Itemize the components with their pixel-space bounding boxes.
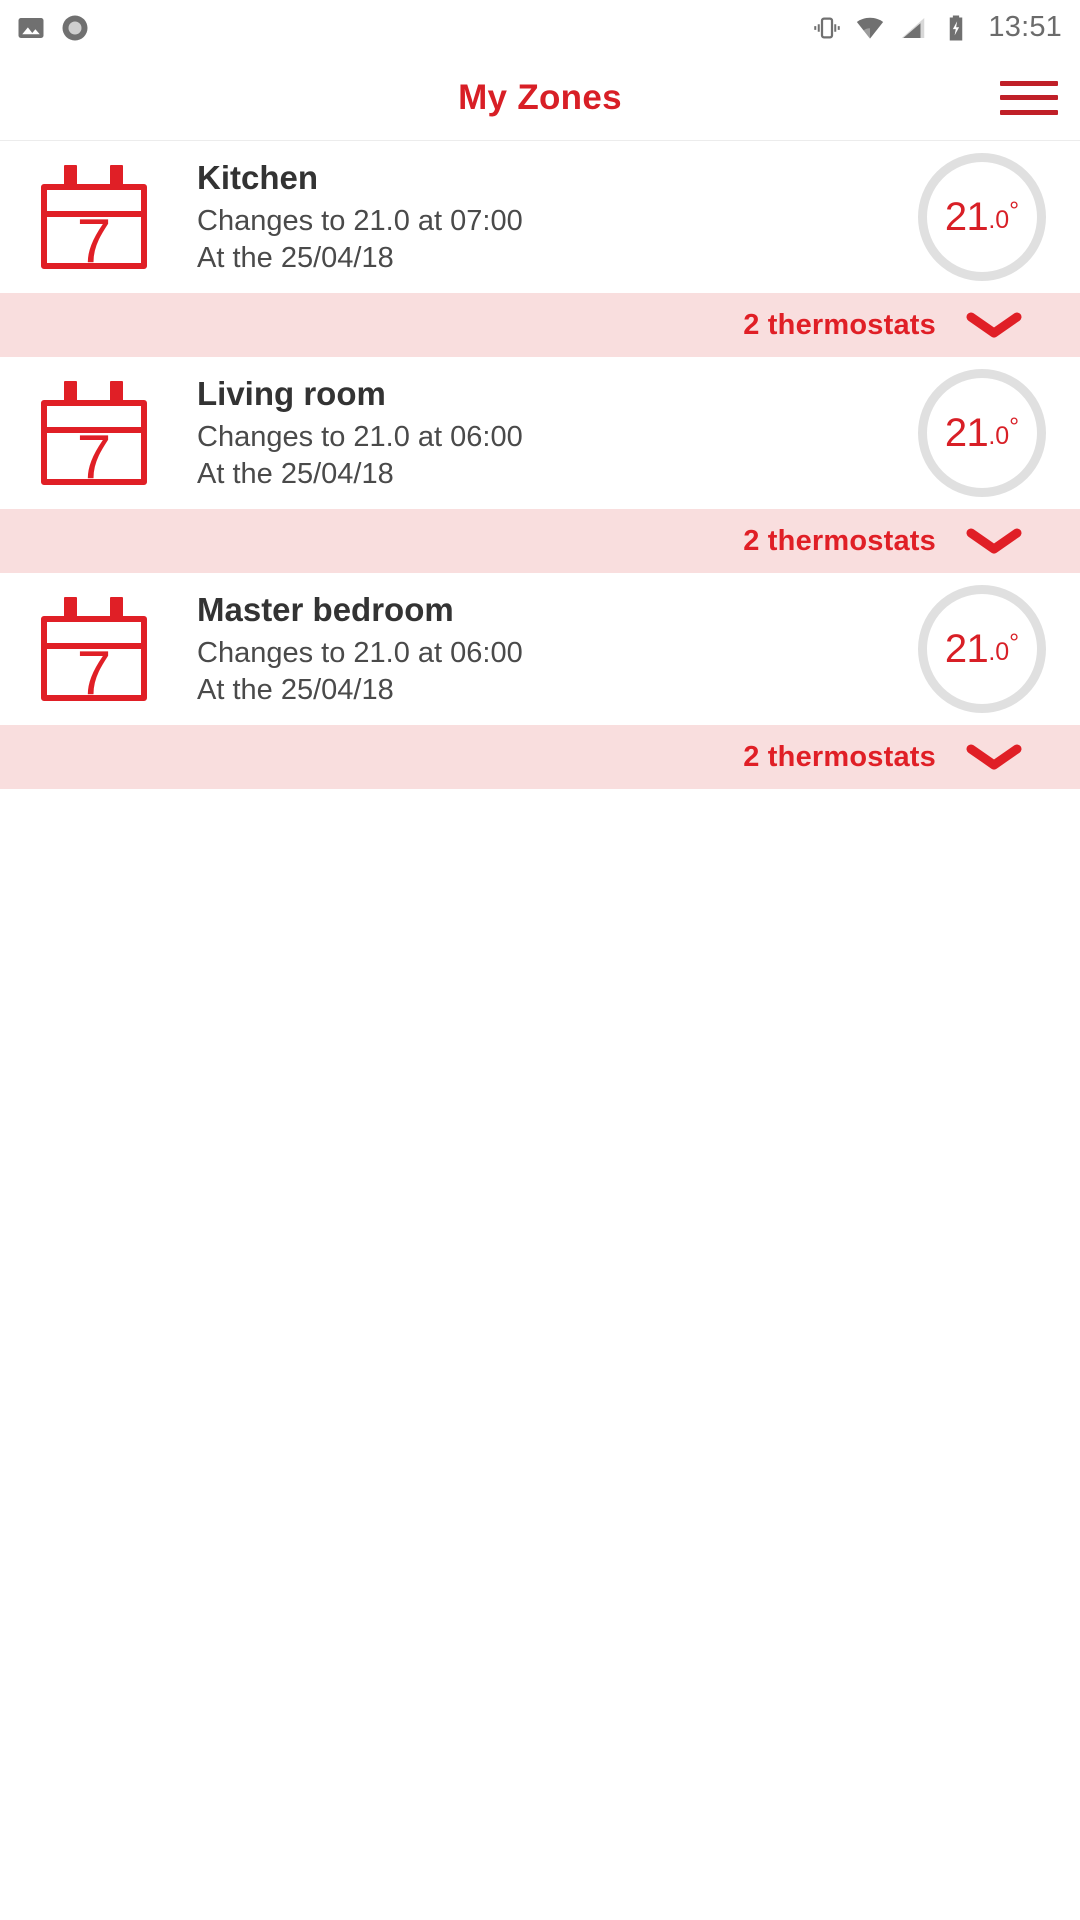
temperature-integer: 21 [944, 411, 989, 455]
hamburger-line-1 [1000, 80, 1058, 86]
temperature-integer: 21 [944, 627, 989, 671]
zone-schedule-line: Changes to 21.0 at 06:00 [197, 420, 523, 453]
zone-text-block: Kitchen Changes to 21.0 at 07:00 At the … [197, 158, 898, 277]
zone-date-line: At the 25/04/18 [197, 241, 394, 274]
zone-row[interactable]: 7 Kitchen Changes to 21.0 at 07:00 At th… [0, 141, 1080, 293]
thermostats-expand-bar[interactable]: 2 thermostats [0, 509, 1080, 573]
zone-schedule-line: Changes to 21.0 at 07:00 [197, 204, 523, 237]
zone-row[interactable]: 7 Living room Changes to 21.0 at 06:00 A… [0, 357, 1080, 509]
hamburger-line-3 [1000, 109, 1058, 115]
temperature-degree-symbol: ° [1009, 629, 1020, 657]
record-circle-icon [60, 13, 90, 43]
thermostats-count-label: 2 thermostats [743, 740, 936, 773]
hamburger-menu-icon[interactable] [1000, 77, 1058, 119]
temperature-decimal: .0 [988, 206, 1010, 234]
thermostats-count-label: 2 thermostats [743, 524, 936, 557]
zone-list: 7 Kitchen Changes to 21.0 at 07:00 At th… [0, 141, 1080, 789]
temperature-value: 21 .0 ° [945, 629, 1019, 669]
calendar-day-number: 7 [76, 639, 112, 708]
calendar-icon: 7 [38, 378, 151, 492]
zone-name: Master bedroom [197, 590, 454, 628]
temperature-value: 21 .0 ° [945, 197, 1019, 237]
wifi-icon [855, 13, 885, 43]
signal-icon [898, 13, 928, 43]
temperature-integer: 21 [944, 195, 989, 239]
zone-name: Living room [197, 374, 386, 412]
calendar-day-number: 7 [76, 423, 112, 492]
chevron-down-icon[interactable] [966, 524, 1022, 558]
zone-text-block: Living room Changes to 21.0 at 06:00 At … [197, 374, 898, 493]
status-bar-left-icons [16, 13, 90, 43]
battery-charging-icon [941, 13, 971, 43]
thermostats-expand-bar[interactable]: 2 thermostats [0, 293, 1080, 357]
thermostats-expand-bar[interactable]: 2 thermostats [0, 725, 1080, 789]
status-bar-right-icons: 13:51 [812, 11, 1062, 44]
thermostats-count-label: 2 thermostats [743, 308, 936, 341]
zone-text-block: Master bedroom Changes to 21.0 at 06:00 … [197, 590, 898, 709]
temperature-degree-symbol: ° [1009, 413, 1020, 441]
page-title: My Zones [458, 77, 622, 117]
chevron-down-icon[interactable] [966, 740, 1022, 774]
temperature-decimal: .0 [988, 638, 1010, 666]
temperature-degree-symbol: ° [1009, 197, 1020, 225]
status-bar: 13:51 [0, 0, 1080, 55]
zone-name: Kitchen [197, 158, 319, 196]
temperature-value: 21 .0 ° [945, 413, 1019, 453]
temperature-dial[interactable]: 21 .0 ° [918, 369, 1046, 497]
zone-row[interactable]: 7 Master bedroom Changes to 21.0 at 06:0… [0, 573, 1080, 725]
chevron-down-icon[interactable] [966, 308, 1022, 342]
status-bar-clock: 13:51 [988, 11, 1062, 43]
calendar-day-number: 7 [76, 207, 112, 276]
calendar-icon: 7 [38, 594, 151, 708]
temperature-dial[interactable]: 21 .0 ° [918, 153, 1046, 281]
hamburger-line-2 [1000, 95, 1058, 100]
zone-schedule-line: Changes to 21.0 at 06:00 [197, 636, 523, 669]
app-header: My Zones [0, 55, 1080, 141]
image-icon [16, 13, 46, 43]
vibrate-icon [812, 13, 842, 43]
calendar-icon: 7 [38, 162, 151, 276]
zone-date-line: At the 25/04/18 [197, 673, 394, 706]
temperature-dial[interactable]: 21 .0 ° [918, 585, 1046, 713]
temperature-decimal: .0 [988, 422, 1010, 450]
zone-date-line: At the 25/04/18 [197, 457, 394, 490]
